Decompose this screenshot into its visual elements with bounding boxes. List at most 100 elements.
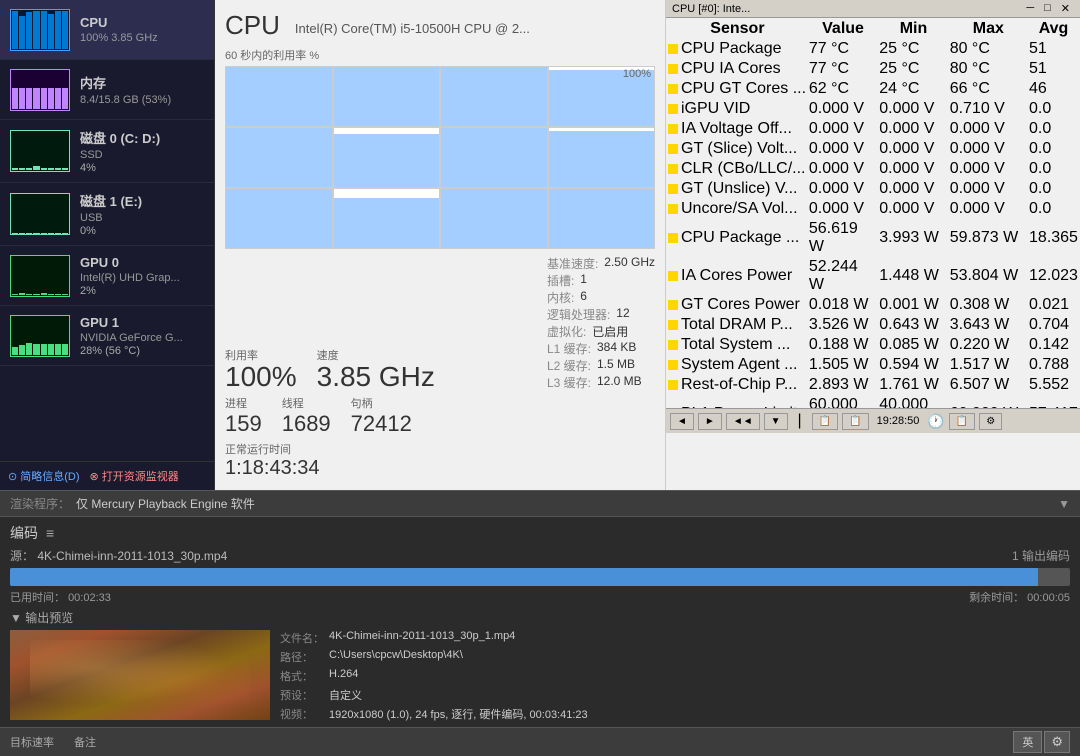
target-rate-label: 目标速率 bbox=[10, 734, 54, 750]
sensor-name: CPU Package ... bbox=[668, 220, 807, 256]
hwinfo-copy-btn[interactable]: 📋 bbox=[842, 413, 868, 430]
col-max: Max bbox=[950, 20, 1027, 38]
handle-value: 72412 bbox=[351, 411, 412, 437]
sensor-value: 0.018 W bbox=[809, 296, 877, 314]
file-info-panel: 文件名： 4K-Chimei-inn-2011-1013_30p_1.mp4 路… bbox=[280, 630, 588, 722]
maximize-btn[interactable]: □ bbox=[1040, 2, 1055, 15]
core-row: 内核: 6 bbox=[547, 289, 655, 306]
encoding-header: 编码 ≡ bbox=[10, 523, 1070, 543]
output-preview-toggle[interactable]: ▼ 输出预览 bbox=[10, 609, 1070, 626]
sensor-value: 0.188 W bbox=[809, 336, 877, 354]
sensor-max: 66 °C bbox=[950, 80, 1027, 98]
hwinfo-row: GT Cores Power 0.018 W 0.001 W 0.308 W 0… bbox=[668, 296, 1078, 314]
l1-value: 384 KB bbox=[597, 340, 636, 357]
sensor-min: 3.993 W bbox=[879, 220, 947, 256]
encoding-section: 编码 ≡ 源： 4K-Chimei-inn-2011-1013_30p.mp4 … bbox=[0, 517, 1080, 726]
sensor-value: 60.000 W bbox=[809, 396, 877, 408]
sidebar-item-memory[interactable]: 内存 8.4/15.8 GB (53%) bbox=[0, 60, 214, 120]
disk0-mini-graph bbox=[10, 130, 70, 172]
logical-value: 12 bbox=[616, 306, 629, 323]
sensor-avg: 0.788 bbox=[1029, 356, 1078, 374]
encoding-menu-icon[interactable]: ≡ bbox=[46, 525, 54, 541]
socket-row: 插槽: 1 bbox=[547, 272, 655, 289]
brief-info-label: 简略信息(D) bbox=[20, 468, 79, 484]
sidebar-item-disk1[interactable]: 磁盘 1 (E:) USB 0% bbox=[0, 183, 214, 246]
sensor-value: 0.000 V bbox=[809, 200, 877, 218]
hwinfo-export-btn[interactable]: 📋 bbox=[812, 413, 838, 430]
cpu-core-graphs-container: 100% bbox=[225, 66, 655, 249]
hwinfo-settings-btn[interactable]: 📋 bbox=[949, 413, 975, 430]
sensor-value: 1.505 W bbox=[809, 356, 877, 374]
hwinfo-toolbar: ◄ ► ◄◄ ▼ | 📋 📋 19:28:50 🕐 📋 ⚙ bbox=[666, 408, 1080, 433]
video-row: 视频： 1920x1080 (1.0), 24 fps, 逐行, 硬件编码, 0… bbox=[280, 706, 588, 722]
disk0-sidebar-usage: 4% bbox=[80, 162, 160, 174]
hwinfo-back-btn[interactable]: ◄ bbox=[670, 413, 694, 430]
core-value: 6 bbox=[580, 289, 587, 306]
virt-value: 已启用 bbox=[592, 323, 628, 340]
sidebar-item-disk0[interactable]: 磁盘 0 (C: D:) SSD 4% bbox=[0, 120, 214, 183]
cpu-utilization-group: 利用率 100% bbox=[225, 347, 297, 391]
task-manager-sidebar: CPU 100% 3.85 GHz 内存 8.4/15.8 G bbox=[0, 0, 215, 490]
sensor-name: Rest-of-Chip P... bbox=[668, 376, 807, 394]
elapsed-label: 已用时间： bbox=[10, 592, 65, 604]
handle-label: 句柄 bbox=[351, 395, 412, 411]
time-row: 已用时间： 00:02:33 剩余时间： 00:00:05 bbox=[10, 589, 1070, 605]
sensor-avg: 0.0 bbox=[1029, 120, 1078, 138]
disk1-sidebar-sub: USB bbox=[80, 212, 142, 224]
col-value: Value bbox=[809, 20, 877, 38]
hwinfo-skip-btn[interactable]: ◄◄ bbox=[726, 413, 760, 430]
sidebar-item-cpu[interactable]: CPU 100% 3.85 GHz bbox=[0, 0, 214, 60]
sensor-max: 3.643 W bbox=[950, 316, 1027, 334]
sensor-avg: 0.704 bbox=[1029, 316, 1078, 334]
uptime-value: 1:18:43:34 bbox=[225, 457, 655, 480]
cpu-speed-group: 速度 3.85 GHz bbox=[317, 347, 435, 391]
hwinfo-window-controls: ─ □ ✕ bbox=[1022, 2, 1074, 15]
col-sensor: Sensor bbox=[668, 20, 807, 38]
disk0-sidebar-sub: SSD bbox=[80, 149, 160, 161]
hwinfo-table-scroll[interactable]: Sensor Value Min Max Avg CPU Package 77 … bbox=[666, 18, 1080, 408]
cpu-model-label: Intel(R) Core(TM) i5-10500H CPU @ 2... bbox=[295, 21, 530, 36]
preset-row: 预设： 自定义 bbox=[280, 687, 588, 703]
sensor-min: 1.448 W bbox=[879, 258, 947, 294]
filename-label: 文件名： bbox=[280, 630, 325, 646]
sidebar-item-gpu0[interactable]: GPU 0 Intel(R) UHD Grap... 2% bbox=[0, 246, 214, 306]
l1-row: L1 缓存: 384 KB bbox=[547, 340, 655, 357]
sensor-max: 0.000 V bbox=[950, 200, 1027, 218]
sensor-name: CLR (CBo/LLC/... bbox=[668, 160, 807, 178]
hwinfo-row: CPU GT Cores ... 62 °C 24 °C 66 °C 46 bbox=[668, 80, 1078, 98]
hwinfo-next-btn[interactable]: ▼ bbox=[764, 413, 788, 430]
sensor-max: 0.000 V bbox=[950, 120, 1027, 138]
sensor-max: 0.710 V bbox=[950, 100, 1027, 118]
sensor-avg: 12.023 bbox=[1029, 258, 1078, 294]
sidebar-item-gpu1[interactable]: GPU 1 NVIDIA GeForce G... 28% (56 °C) bbox=[0, 306, 214, 366]
close-btn[interactable]: ✕ bbox=[1057, 2, 1074, 15]
sensor-value: 0.000 V bbox=[809, 160, 877, 178]
hwinfo-row: Rest-of-Chip P... 2.893 W 1.761 W 6.507 … bbox=[668, 376, 1078, 394]
sensor-min: 0.001 W bbox=[879, 296, 947, 314]
sensor-max: 60.000 W bbox=[950, 396, 1027, 408]
process-value: 159 bbox=[225, 411, 262, 437]
sensor-value: 56.619 W bbox=[809, 220, 877, 256]
disk1-mini-graph bbox=[10, 193, 70, 235]
render-dropdown-btn[interactable]: ▼ bbox=[1058, 497, 1070, 511]
sensor-value: 0.000 V bbox=[809, 140, 877, 158]
lang-button[interactable]: 英 bbox=[1013, 731, 1042, 753]
minimize-btn[interactable]: ─ bbox=[1022, 2, 1038, 15]
cpu-sidebar-title: CPU bbox=[80, 15, 158, 30]
sensor-max: 6.507 W bbox=[950, 376, 1027, 394]
process-group: 进程 159 bbox=[225, 395, 262, 437]
sensor-name: Total System ... bbox=[668, 336, 807, 354]
base-speed-value: 2.50 GHz bbox=[604, 255, 655, 272]
sensor-name: CPU IA Cores bbox=[668, 60, 807, 78]
open-monitor-btn[interactable]: ⊗ 打开资源监视器 bbox=[90, 468, 179, 484]
hwinfo-row: CPU Package 77 °C 25 °C 80 °C 51 bbox=[668, 40, 1078, 58]
hwinfo-row: GT (Slice) Volt... 0.000 V 0.000 V 0.000… bbox=[668, 140, 1078, 158]
video-label: 视频： bbox=[280, 706, 325, 722]
progress-fill bbox=[10, 568, 1038, 586]
bottom-section: 渲染程序： 仅 Mercury Playback Engine 软件 ▼ 编码 … bbox=[0, 490, 1080, 756]
hwinfo-forward-btn[interactable]: ► bbox=[698, 413, 722, 430]
settings-button[interactable]: ⚙ bbox=[1044, 731, 1070, 753]
hwinfo-config-btn[interactable]: ⚙ bbox=[979, 413, 1002, 430]
brief-info-btn[interactable]: ⊙ 简略信息(D) bbox=[8, 468, 80, 484]
sensor-max: 0.000 V bbox=[950, 160, 1027, 178]
